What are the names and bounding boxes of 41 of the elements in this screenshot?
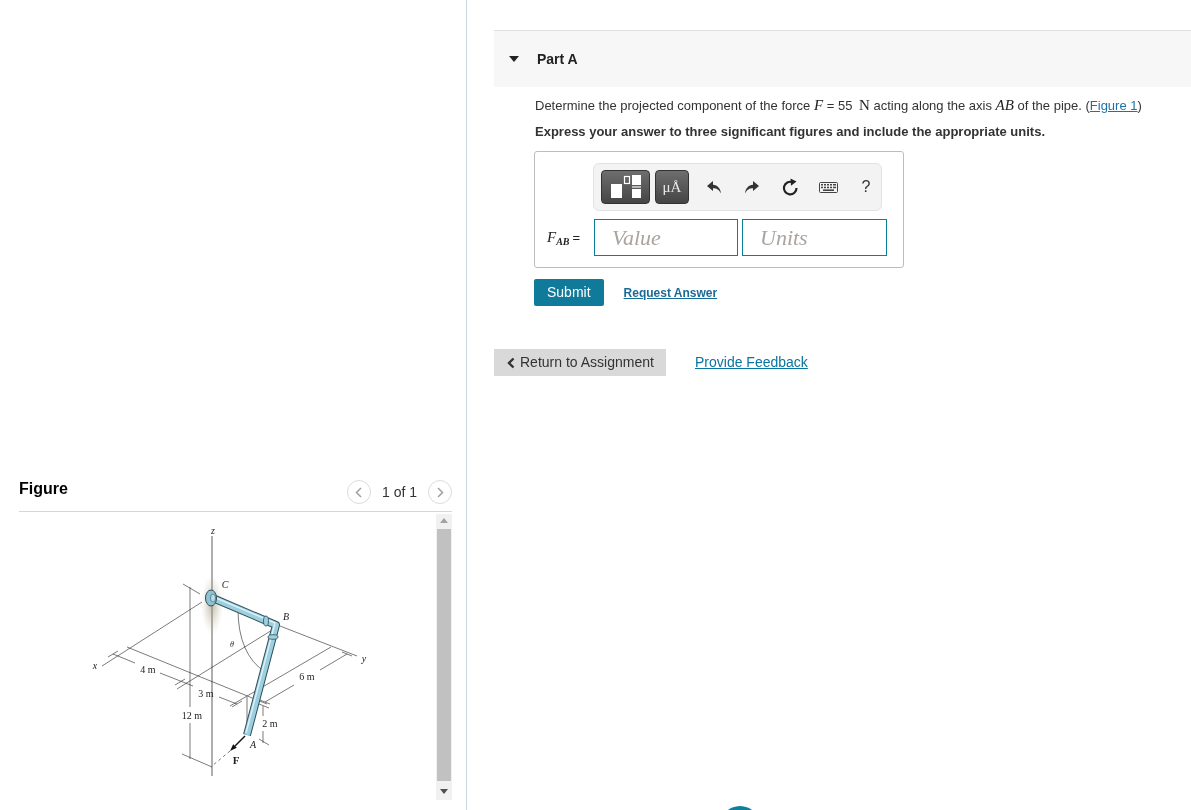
figure-link[interactable]: Figure 1 — [1089, 98, 1138, 113]
diagram-label: 2 m — [262, 718, 278, 729]
return-button[interactable]: Return to Assignment — [494, 349, 666, 376]
diagram-label: z — [211, 525, 215, 536]
diagram-label: A — [249, 739, 257, 750]
undo-icon — [707, 180, 721, 194]
keyboard-icon — [818, 181, 838, 193]
templates-button[interactable] — [601, 170, 650, 204]
diagram-label: y — [361, 653, 367, 664]
instruction-text: Express your answer to three significant figures and include the appropriate units. — [535, 123, 1046, 141]
reset-icon — [781, 178, 799, 196]
diagram-label: C — [221, 579, 229, 590]
request-answer-link[interactable]: Request Answer — [623, 283, 718, 302]
feedback-link[interactable]: Provide Feedback — [695, 352, 808, 373]
help-button[interactable]: ? — [854, 170, 878, 204]
submit-button[interactable]: Submit — [534, 279, 604, 306]
diagram-label: 12 m — [181, 710, 203, 721]
diagram-label: θ — [230, 640, 234, 649]
figure-title: Figure — [19, 479, 68, 499]
question-text: Determine the projected component of the force F = 55 N acting along the axis AB of the pipe. (Figure 1) — [535, 96, 1143, 115]
redo-icon — [745, 180, 759, 194]
up-arrow-icon — [440, 518, 448, 523]
down-arrow-icon — [440, 789, 448, 794]
diagram-label: F — [232, 754, 240, 766]
part-header[interactable]: Part A — [494, 30, 1191, 87]
chevron-right-icon — [436, 486, 444, 498]
units-field[interactable]: Units — [742, 219, 887, 256]
diagram-label: 6 m — [299, 671, 315, 682]
scrollbar[interactable] — [436, 514, 452, 800]
diagram-label: 4 m — [140, 664, 156, 675]
chevron-left-icon — [355, 486, 363, 498]
page-count: 1 of 1 — [381, 483, 417, 501]
units-button[interactable]: μÅ — [655, 170, 689, 204]
answer-label: F$_{AB}$ = — [547, 228, 582, 249]
diagram-label: 3 m — [198, 688, 214, 699]
chevron-left-icon — [507, 356, 515, 369]
diagram-label: x — [92, 660, 98, 671]
value-field[interactable]: Value — [594, 219, 738, 256]
templates-icon — [609, 175, 642, 199]
diagram-label: B — [282, 611, 290, 622]
part-title: Part A — [537, 50, 578, 68]
